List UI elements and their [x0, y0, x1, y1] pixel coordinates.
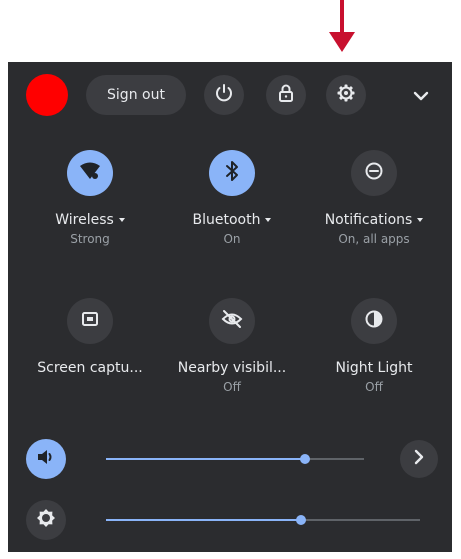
- sign-out-label: Sign out: [107, 87, 165, 103]
- night-light-status: Off: [365, 380, 383, 394]
- night-light-label: Night Light: [335, 360, 413, 376]
- volume-mute-button[interactable]: [26, 439, 66, 479]
- bluetooth-toggle[interactable]: [209, 150, 255, 196]
- sign-out-button[interactable]: Sign out: [86, 75, 186, 115]
- tile-nearby-visibility[interactable]: Nearby visibil... Off: [162, 298, 302, 394]
- chevron-right-icon: [414, 449, 424, 469]
- brightness-button: [26, 500, 66, 540]
- notifications-status: On, all apps: [338, 232, 410, 246]
- night-light-icon: [364, 309, 384, 333]
- dropdown-caret-icon[interactable]: [417, 218, 424, 222]
- settings-button[interactable]: [326, 75, 366, 115]
- wireless-toggle[interactable]: [67, 150, 113, 196]
- volume-slider-fill: [106, 458, 305, 460]
- brightness-slider-fill: [106, 519, 301, 521]
- night-light-toggle[interactable]: [351, 298, 397, 344]
- bluetooth-icon: [224, 160, 240, 186]
- tile-night-light[interactable]: Night Light Off: [304, 298, 444, 394]
- bluetooth-status: On: [223, 232, 241, 246]
- nearby-visibility-toggle[interactable]: [209, 298, 255, 344]
- tile-wireless[interactable]: Wireless Strong: [20, 150, 160, 246]
- quick-settings-panel: Sign out Wireless Strong Bluetooth On No…: [8, 62, 452, 552]
- nearby-visibility-label: Nearby visibil...: [177, 360, 287, 376]
- brightness-slider[interactable]: [106, 515, 420, 525]
- chevron-down-icon: [413, 86, 429, 105]
- screen-capture-label: Screen captu...: [37, 360, 143, 376]
- lock-button[interactable]: [266, 75, 306, 115]
- dropdown-caret-icon[interactable]: [118, 218, 125, 222]
- lock-icon: [277, 83, 295, 107]
- avatar[interactable]: [26, 74, 68, 116]
- screen-capture-toggle[interactable]: [67, 298, 113, 344]
- volume-slider[interactable]: [106, 454, 364, 464]
- volume-slider-thumb[interactable]: [300, 454, 310, 464]
- tile-screen-capture[interactable]: Screen captu...: [20, 298, 160, 376]
- wireless-label: Wireless: [55, 212, 114, 228]
- collapse-button[interactable]: [406, 78, 436, 112]
- notifications-toggle[interactable]: [351, 150, 397, 196]
- dropdown-caret-icon[interactable]: [265, 218, 272, 222]
- nearby-visibility-status: Off: [223, 380, 241, 394]
- notifications-label: Notifications: [324, 212, 413, 228]
- brightness-slider-thumb[interactable]: [296, 515, 306, 525]
- wifi-icon: [79, 161, 101, 185]
- tile-notifications[interactable]: Notifications On, all apps: [304, 150, 444, 246]
- power-icon: [214, 83, 234, 107]
- wireless-status: Strong: [70, 232, 110, 246]
- nearby-visibility-off-icon: [221, 309, 243, 333]
- bluetooth-label: Bluetooth: [192, 212, 261, 228]
- brightness-icon: [36, 508, 56, 532]
- annotation-arrow: [329, 0, 355, 54]
- screen-capture-icon: [80, 309, 100, 333]
- power-button[interactable]: [204, 75, 244, 115]
- tile-bluetooth[interactable]: Bluetooth On: [162, 150, 302, 246]
- volume-icon: [36, 448, 56, 470]
- audio-settings-button[interactable]: [400, 440, 438, 478]
- settings-gear-icon: [336, 83, 356, 107]
- do-not-disturb-icon: [364, 161, 384, 185]
